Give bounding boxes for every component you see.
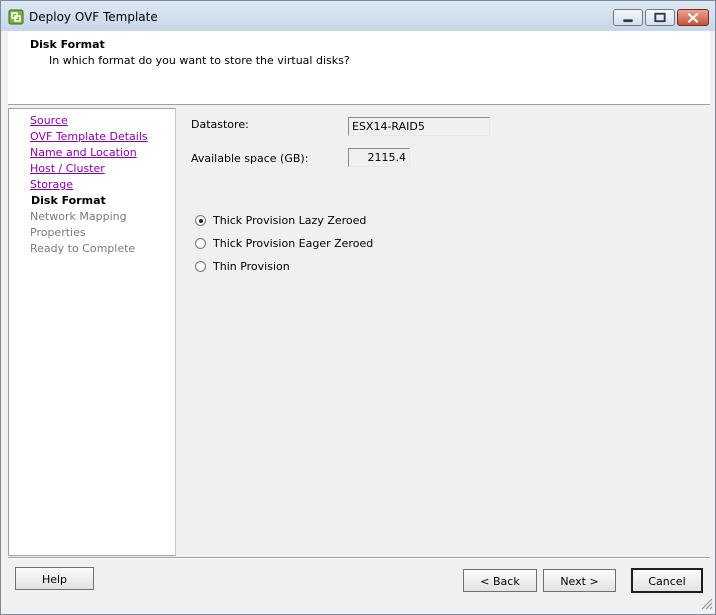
cancel-button[interactable]: Cancel: [631, 568, 703, 593]
available-space-label: Available space (GB):: [191, 152, 309, 165]
step-label: Ready to Complete: [30, 242, 136, 255]
footer-divider: [8, 557, 710, 559]
step-name-and-location[interactable]: Name and Location: [30, 146, 148, 162]
step-label: Network Mapping: [30, 210, 127, 223]
close-icon: [687, 12, 699, 23]
radio-selected-dot: [198, 218, 203, 223]
deploy-ovf-window: Deploy OVF Template Disk Format In which…: [0, 0, 716, 615]
step-label[interactable]: OVF Template Details: [30, 130, 148, 143]
minimize-button[interactable]: [613, 9, 643, 26]
step-source[interactable]: Source: [30, 114, 148, 130]
available-space-field: 2115.4: [348, 148, 410, 167]
step-host-cluster[interactable]: Host / Cluster: [30, 162, 148, 178]
radio-button[interactable]: [195, 238, 206, 249]
step-label[interactable]: Storage: [30, 178, 73, 191]
window-title: Deploy OVF Template: [29, 10, 158, 24]
minimize-icon: [623, 19, 633, 23]
step-label-current: Disk Format: [31, 194, 106, 207]
maximize-button[interactable]: [645, 9, 675, 26]
radio-button[interactable]: [195, 215, 206, 226]
wizard-footer: Help < Back Next > Cancel: [1, 561, 715, 614]
step-label: Properties: [30, 226, 86, 239]
back-button[interactable]: < Back: [463, 569, 537, 592]
step-network-mapping: Network Mapping: [30, 210, 148, 226]
wizard-steps-pane: Source OVF Template Details Name and Loc…: [8, 108, 176, 556]
step-ready-to-complete: Ready to Complete: [30, 242, 148, 258]
wizard-steps-list: Source OVF Template Details Name and Loc…: [30, 114, 148, 258]
wizard-header: Disk Format In which format do you want …: [8, 31, 710, 105]
disk-format-panel: Datastore: ESX14-RAID5 Available space (…: [177, 108, 709, 556]
radio-label[interactable]: Thick Provision Lazy Zeroed: [213, 214, 366, 227]
step-disk-format: Disk Format: [30, 194, 148, 210]
radio-button[interactable]: [195, 261, 206, 272]
radio-label[interactable]: Thin Provision: [213, 260, 290, 273]
close-button[interactable]: [677, 9, 709, 26]
step-ovf-template-details[interactable]: OVF Template Details: [30, 130, 148, 146]
datastore-label: Datastore:: [191, 118, 249, 131]
step-label[interactable]: Name and Location: [30, 146, 137, 159]
next-button[interactable]: Next >: [543, 569, 616, 592]
title-bar[interactable]: Deploy OVF Template: [1, 1, 715, 31]
maximize-icon: [654, 12, 666, 23]
step-properties: Properties: [30, 226, 148, 242]
radio-label[interactable]: Thick Provision Eager Zeroed: [213, 237, 373, 250]
resize-grip-icon[interactable]: [699, 596, 713, 610]
page-subtitle: In which format do you want to store the…: [49, 54, 350, 67]
step-label[interactable]: Host / Cluster: [30, 162, 105, 175]
ovf-deploy-icon: [8, 9, 24, 25]
step-storage[interactable]: Storage: [30, 178, 148, 194]
page-title: Disk Format: [30, 38, 105, 51]
help-button[interactable]: Help: [15, 567, 94, 590]
step-label[interactable]: Source: [30, 114, 68, 127]
datastore-field: ESX14-RAID5: [348, 117, 490, 136]
